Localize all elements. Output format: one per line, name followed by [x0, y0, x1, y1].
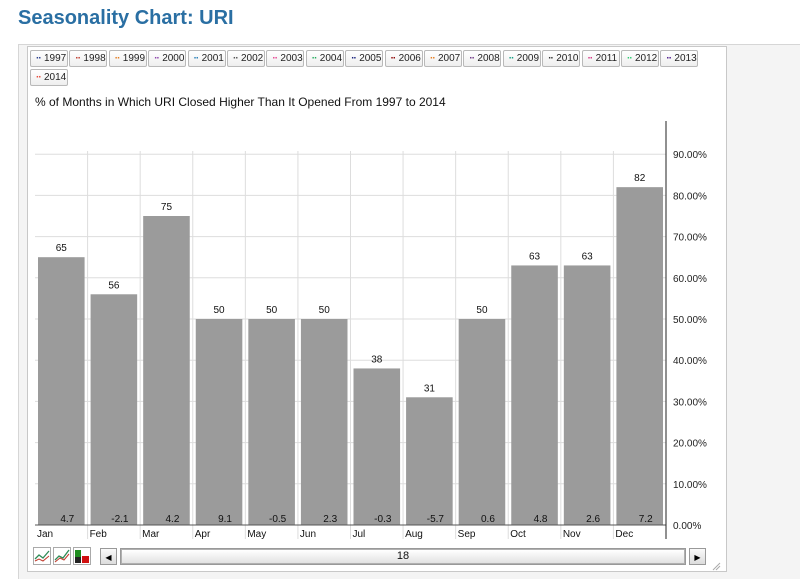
- bar-value-label: 63: [582, 251, 594, 262]
- bar: [143, 216, 190, 525]
- bar: [195, 319, 243, 525]
- resize-handle-icon[interactable]: [711, 561, 721, 571]
- bar: [616, 187, 663, 525]
- y-tick-label: 30.00%: [673, 397, 707, 408]
- x-tick-label: Jan: [37, 529, 53, 540]
- x-tick-label: May: [247, 529, 266, 540]
- y-tick-label: 60.00%: [673, 274, 707, 285]
- y-tick-label: 50.00%: [673, 315, 707, 326]
- bar-bottom-label: 2.6: [586, 514, 600, 525]
- bar-bottom-label: 2.3: [323, 514, 337, 525]
- bar-bottom-label: -0.3: [374, 514, 392, 525]
- x-tick-label: Mar: [142, 529, 160, 540]
- bar: [563, 265, 611, 525]
- x-tick-label: Apr: [195, 529, 211, 540]
- y-tick-label: 40.00%: [673, 356, 707, 367]
- y-tick-label: 70.00%: [673, 233, 707, 244]
- x-tick-label: Jun: [300, 529, 316, 540]
- bar-value-label: 82: [634, 173, 646, 184]
- bar-value-label: 56: [108, 280, 120, 291]
- bar-value-label: 38: [371, 354, 383, 365]
- bar-value-label: 50: [213, 305, 225, 316]
- bar: [458, 319, 506, 525]
- y-tick-label: 10.00%: [673, 480, 707, 491]
- bar-value-label: 63: [529, 251, 541, 262]
- bar-bottom-label: -5.7: [427, 514, 445, 525]
- y-tick-label: 20.00%: [673, 439, 707, 450]
- x-tick-label: Sep: [458, 529, 476, 540]
- x-tick-label: Dec: [615, 529, 633, 540]
- bar-bottom-label: 4.7: [60, 514, 74, 525]
- bar: [248, 319, 295, 525]
- bar-value-label: 50: [476, 305, 488, 316]
- bar-value-label: 75: [161, 202, 173, 213]
- color-bars-icon[interactable]: [73, 547, 91, 565]
- bar-bottom-label: 9.1: [218, 514, 232, 525]
- area-chart-icon[interactable]: [53, 547, 71, 565]
- y-tick-label: 0.00%: [673, 521, 701, 532]
- x-tick-label: Nov: [563, 529, 581, 540]
- y-tick-label: 90.00%: [673, 150, 707, 161]
- bar: [353, 368, 401, 525]
- bar-bottom-label: 4.2: [166, 514, 180, 525]
- bar-bottom-label: 4.8: [534, 514, 548, 525]
- bar: [406, 397, 453, 525]
- bar-value-label: 50: [266, 305, 278, 316]
- x-tick-label: Oct: [510, 529, 526, 540]
- scroll-right-button[interactable]: ▶: [689, 548, 706, 565]
- x-tick-label: Aug: [405, 529, 423, 540]
- bar-bottom-label: -2.1: [111, 514, 129, 525]
- bar-bottom-label: 0.6: [481, 514, 495, 525]
- bar-bottom-label: 7.2: [639, 514, 653, 525]
- bar-value-label: 65: [56, 243, 68, 254]
- bar-value-label: 31: [424, 383, 436, 394]
- y-tick-label: 80.00%: [673, 191, 707, 202]
- bar: [300, 319, 348, 525]
- scroll-left-button[interactable]: ◀: [100, 548, 117, 565]
- bar-value-label: 50: [319, 305, 331, 316]
- bar: [90, 294, 138, 525]
- bar-bottom-label: -0.5: [269, 514, 287, 525]
- bar: [511, 265, 558, 525]
- x-tick-label: Feb: [90, 529, 108, 540]
- x-tick-label: Jul: [353, 529, 366, 540]
- bar-chart: 0.00% 10.00% 20.00% 30.00% 40.00% 50.00% 60.00…: [35, 121, 707, 540]
- scroll-thumb[interactable]: 18: [121, 549, 685, 564]
- line-chart-icon[interactable]: [33, 547, 51, 565]
- bar: [38, 257, 85, 525]
